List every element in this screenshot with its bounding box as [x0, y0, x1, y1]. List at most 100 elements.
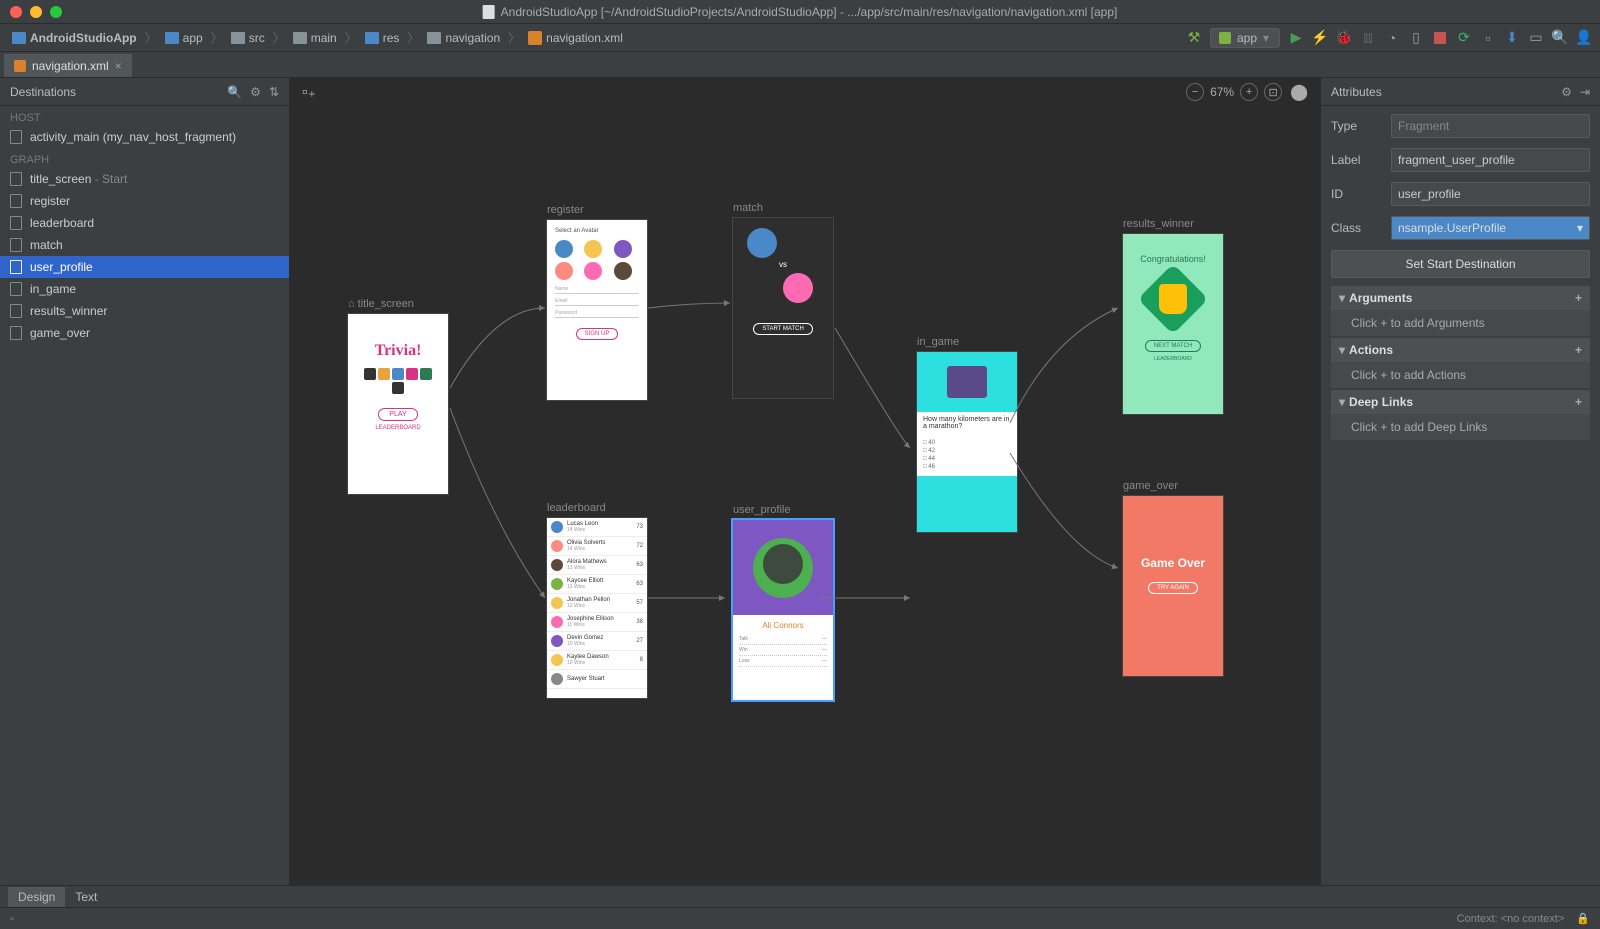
run-config-dropdown[interactable]: app ▾ — [1210, 28, 1280, 48]
gear-icon[interactable]: ⚙ — [1561, 85, 1572, 99]
zoom-controls: − 67% + ⊡ — [1186, 83, 1282, 101]
run-play-icon[interactable]: ▶ — [1288, 30, 1304, 46]
deeplinks-header[interactable]: ▾Deep Links + — [1331, 390, 1590, 414]
leaderboard-row: Olivia Solverts14 Wins72 — [547, 537, 647, 556]
destination-item-user_profile[interactable]: user_profile — [0, 256, 289, 278]
answer-option: □ 40 — [923, 440, 1011, 446]
lock-icon[interactable]: 🔒 — [1576, 912, 1590, 925]
node-title-screen[interactable]: ⌂title_screen Trivia! PLAY LEADERBOARD — [348, 298, 448, 494]
answer-option: □ 46 — [923, 464, 1011, 470]
attach-debugger-icon[interactable]: ◔ — [1384, 30, 1400, 46]
selected-destination[interactable]: Ali Connors Talk— Win— Loss— — [733, 520, 833, 700]
id-input[interactable] — [1391, 182, 1590, 206]
destination-item-in_game[interactable]: in_game — [0, 278, 289, 300]
leaderboard-row: Kaylee Dawson10 Wins8 — [547, 651, 647, 670]
zoom-out-icon[interactable]: − — [1186, 83, 1204, 101]
node-in-game[interactable]: in_game How many kilometers are in a mar… — [917, 336, 1017, 532]
node-match[interactable]: match vs START MATCH — [733, 202, 833, 398]
leaderboard-row: Alora Mathews13 Wins63 — [547, 556, 647, 575]
node-game-over[interactable]: game_over Game Over TRY AGAIN — [1123, 480, 1223, 676]
tab-design[interactable]: Design — [8, 887, 65, 907]
tab-text[interactable]: Text — [65, 887, 107, 907]
gear-icon[interactable]: ⚙ — [250, 85, 261, 99]
tv-icon — [947, 366, 987, 398]
destination-item-leaderboard[interactable]: leaderboard — [0, 212, 289, 234]
destinations-title: Destinations — [10, 85, 76, 99]
breadcrumb-res[interactable]: res — [361, 29, 404, 47]
destination-label: user_profile — [30, 260, 93, 274]
warnings-icon[interactable]: ⬤ — [1290, 82, 1308, 102]
breadcrumb-navigation[interactable]: navigation — [423, 29, 504, 47]
module-folder-icon — [165, 32, 179, 44]
close-tab-icon[interactable]: × — [115, 59, 122, 73]
maximize-window-icon[interactable] — [50, 6, 62, 18]
sort-icon[interactable]: ⇅ — [269, 85, 279, 99]
destination-item-title_screen[interactable]: title_screen - Start — [0, 168, 289, 190]
node-results-winner[interactable]: results_winner Congratulations! NEXT MAT… — [1123, 218, 1223, 414]
window-title: AndroidStudioApp [~/AndroidStudioProject… — [483, 5, 1118, 19]
destination-icon — [10, 172, 22, 186]
class-dropdown[interactable]: nsample.UserProfile ▾ — [1391, 216, 1590, 240]
node-user-profile[interactable]: user_profile Ali Connors Talk— Win— Loss… — [733, 504, 833, 700]
destination-item-results_winner[interactable]: results_winner — [0, 300, 289, 322]
file-tab-navigation[interactable]: navigation.xml × — [4, 54, 132, 77]
add-argument-icon[interactable]: + — [1575, 291, 1582, 305]
breadcrumb-src[interactable]: src — [227, 29, 269, 47]
avatar-icon[interactable]: 👤 — [1576, 30, 1592, 46]
play-button: PLAY — [378, 408, 417, 421]
profiler-icon[interactable]: ⫾⫾ — [1360, 30, 1376, 46]
destination-icon — [10, 260, 22, 274]
collapse-icon[interactable]: ⇥ — [1580, 85, 1590, 99]
sdk-manager-icon[interactable]: ⬇ — [1504, 30, 1520, 46]
breadcrumb-file[interactable]: navigation.xml — [524, 29, 627, 47]
destination-item-game_over[interactable]: game_over — [0, 322, 289, 344]
label-input[interactable] — [1391, 148, 1590, 172]
start-match-button: START MATCH — [753, 323, 813, 335]
breadcrumb-app[interactable]: app — [161, 29, 207, 47]
device-icon[interactable]: ▯ — [1408, 30, 1424, 46]
avatar-icon — [551, 616, 563, 628]
destinations-panel: Destinations 🔍 ⚙ ⇅ HOST activity_main (m… — [0, 78, 290, 885]
debug-icon[interactable]: 🐞 — [1336, 30, 1352, 46]
stop-icon[interactable] — [1432, 30, 1448, 46]
leaderboard-row: Jonathan Pellon12 Wins57 — [547, 594, 647, 613]
class-label: Class — [1331, 221, 1381, 235]
minimize-window-icon[interactable] — [30, 6, 42, 18]
layout-inspector-icon[interactable]: ▭ — [1528, 30, 1544, 46]
destination-item-match[interactable]: match — [0, 234, 289, 256]
set-start-destination-button[interactable]: Set Start Destination — [1331, 250, 1590, 278]
host-item[interactable]: activity_main (my_nav_host_fragment) — [0, 126, 289, 148]
breadcrumb-bar: AndroidStudioApp〉 app〉 src〉 main〉 res〉 n… — [0, 24, 1600, 52]
breadcrumb-main[interactable]: main — [289, 29, 341, 47]
node-leaderboard[interactable]: leaderboard Lucas Leon14 Wins73Olivia So… — [547, 502, 647, 698]
zoom-fit-icon[interactable]: ⊡ — [1264, 83, 1282, 101]
window-title-text: AndroidStudioApp [~/AndroidStudioProject… — [501, 5, 1118, 19]
node-label: leaderboard — [547, 502, 647, 514]
zoom-in-icon[interactable]: + — [1240, 83, 1258, 101]
destination-item-register[interactable]: register — [0, 190, 289, 212]
close-window-icon[interactable] — [10, 6, 22, 18]
status-left-icon[interactable]: ▫ — [10, 913, 14, 925]
add-deeplink-icon[interactable]: + — [1575, 395, 1582, 409]
label-label: Label — [1331, 153, 1381, 167]
next-match-button: NEXT MATCH — [1145, 340, 1201, 352]
destination-label: match — [30, 238, 63, 252]
avd-manager-icon[interactable]: ▫ — [1480, 30, 1496, 46]
add-action-icon[interactable]: + — [1575, 343, 1582, 357]
search-icon[interactable]: 🔍 — [227, 85, 242, 99]
sync-icon[interactable]: ⟳ — [1456, 30, 1472, 46]
apply-changes-icon[interactable]: ⚡ — [1312, 30, 1328, 46]
breadcrumb-root[interactable]: AndroidStudioApp — [8, 29, 141, 47]
hammer-build-icon[interactable]: ⚒ — [1186, 30, 1202, 46]
actions-header[interactable]: ▾Actions + — [1331, 338, 1590, 362]
nav-graph-canvas[interactable]: ▫₊ − 67% + ⊡ ⬤ ⌂t — [290, 78, 1320, 885]
question-text: How many kilometers are in a marathon? — [917, 412, 1017, 434]
leaderboard-row: Kaycee Elliott13 Wins63 — [547, 575, 647, 594]
node-label: register — [547, 204, 647, 216]
arguments-header[interactable]: ▾Arguments + — [1331, 286, 1590, 310]
context-label[interactable]: Context: <no context> — [1457, 913, 1565, 925]
new-destination-icon[interactable]: ▫₊ — [302, 82, 316, 102]
search-icon[interactable]: 🔍 — [1552, 30, 1568, 46]
destination-icon — [10, 326, 22, 340]
node-register[interactable]: register Select an Avatar Name Email Pas… — [547, 204, 647, 400]
